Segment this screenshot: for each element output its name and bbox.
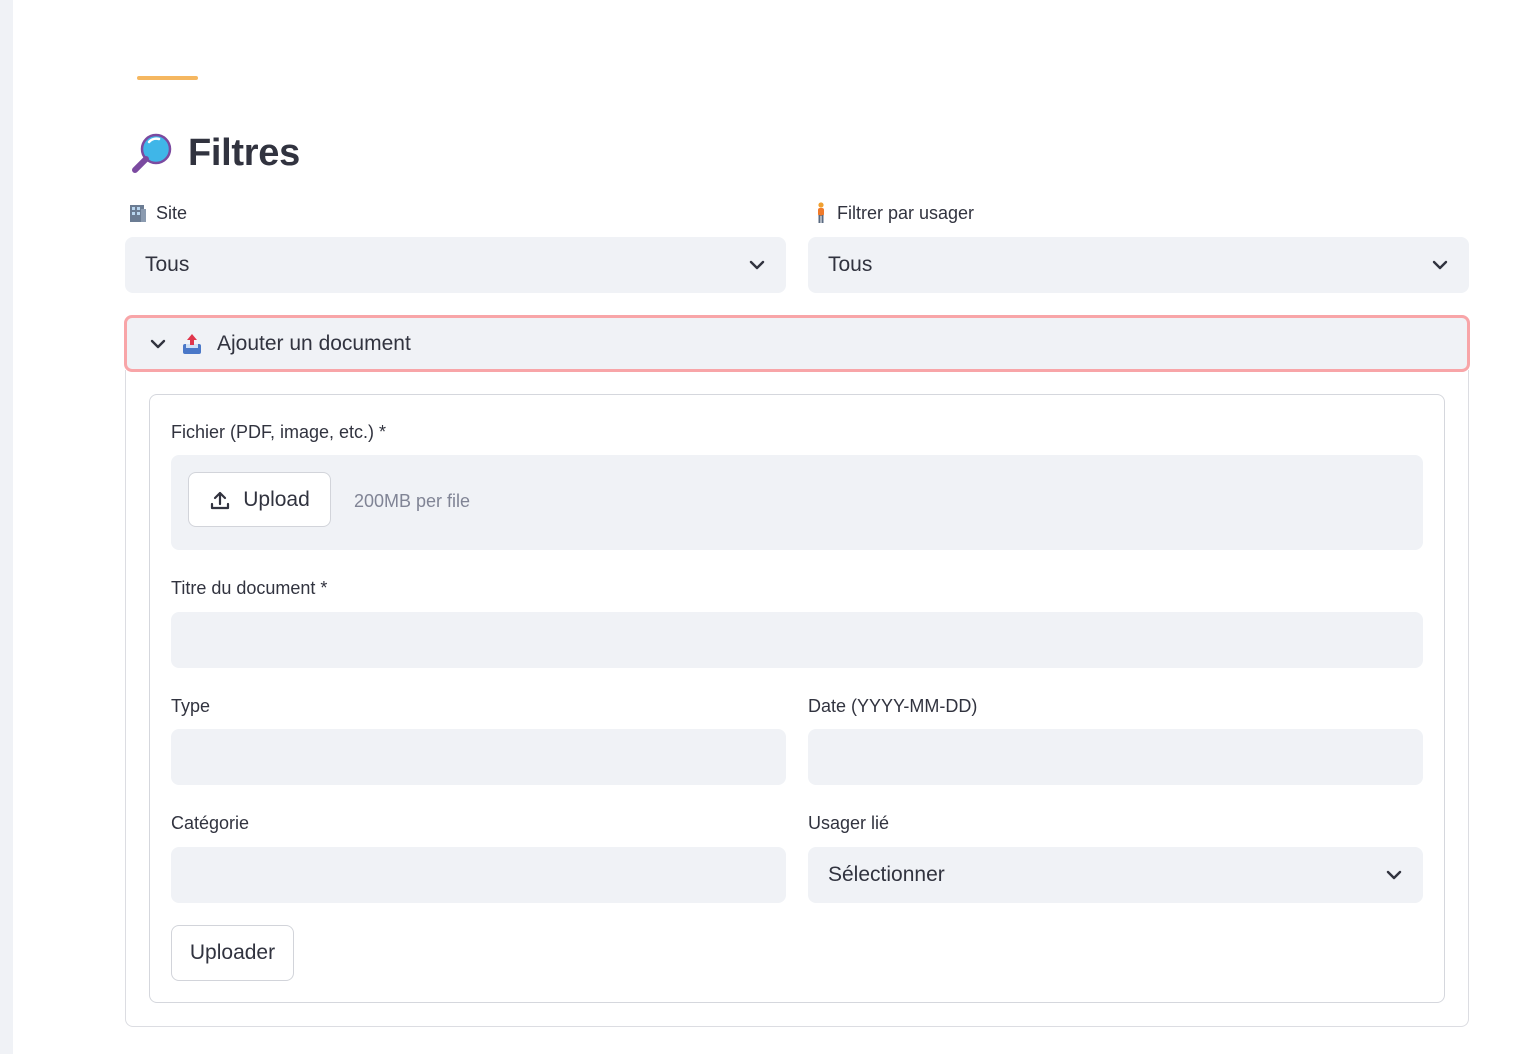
submit-upload-button[interactable]: Uploader <box>171 925 294 981</box>
usager-select[interactable]: Tous <box>808 237 1469 293</box>
usager-filter-label: Filtrer par usager <box>813 201 974 225</box>
sidebar-edge <box>0 0 13 1054</box>
title-label-text: Titre du document * <box>171 577 328 598</box>
upload-icon <box>211 491 230 509</box>
linked-user-label: Usager lié <box>808 811 889 835</box>
add-document-expander[interactable]: Ajouter un document <box>124 315 1470 372</box>
type-label: Type <box>171 694 210 718</box>
chevron-down-icon <box>749 260 765 270</box>
file-label: Fichier (PDF, image, etc.) * <box>171 420 386 444</box>
site-filter-label-text: Site <box>156 202 188 223</box>
magnifier-icon <box>132 133 172 173</box>
usager-select-value: Tous <box>828 253 873 276</box>
header-accent-bar <box>137 76 198 80</box>
usager-filter-label-text: Filtrer par usager <box>837 202 975 223</box>
page-title: Filtres <box>130 128 300 178</box>
upload-limit-hint: 200MB per file <box>354 491 471 511</box>
document-title-input[interactable] <box>171 612 1423 668</box>
person-standing-icon <box>818 202 824 223</box>
type-label-text: Type <box>171 695 211 716</box>
type-input[interactable] <box>171 729 786 785</box>
chevron-down-icon <box>1432 260 1448 270</box>
outbox-tray-icon <box>183 333 201 354</box>
site-select-value: Tous <box>145 253 190 276</box>
site-filter-label: Site <box>128 201 187 225</box>
upload-button[interactable]: Upload <box>188 472 331 527</box>
date-label: Date (YYYY-MM-DD) <box>808 694 977 718</box>
date-label-text: Date (YYYY-MM-DD) <box>808 695 978 716</box>
upload-button-label: Upload <box>243 487 310 511</box>
chevron-down-icon <box>150 339 166 348</box>
linked-user-label-text: Usager lié <box>808 812 890 833</box>
page-title-text: Filtres <box>188 131 300 174</box>
category-label: Catégorie <box>171 811 249 835</box>
title-label: Titre du document * <box>171 576 327 600</box>
office-building-icon <box>130 205 146 222</box>
linked-user-select-value: Sélectionner <box>828 863 945 886</box>
file-label-text: Fichier (PDF, image, etc.) * <box>171 421 387 442</box>
site-select[interactable]: Tous <box>125 237 786 293</box>
category-input[interactable] <box>171 847 786 903</box>
expander-title: Ajouter un document <box>217 331 411 355</box>
category-label-text: Catégorie <box>171 812 250 833</box>
linked-user-select[interactable]: Sélectionner <box>808 847 1423 903</box>
submit-upload-button-label: Uploader <box>189 941 276 964</box>
date-input[interactable] <box>808 729 1423 785</box>
chevron-down-icon <box>1386 870 1402 880</box>
